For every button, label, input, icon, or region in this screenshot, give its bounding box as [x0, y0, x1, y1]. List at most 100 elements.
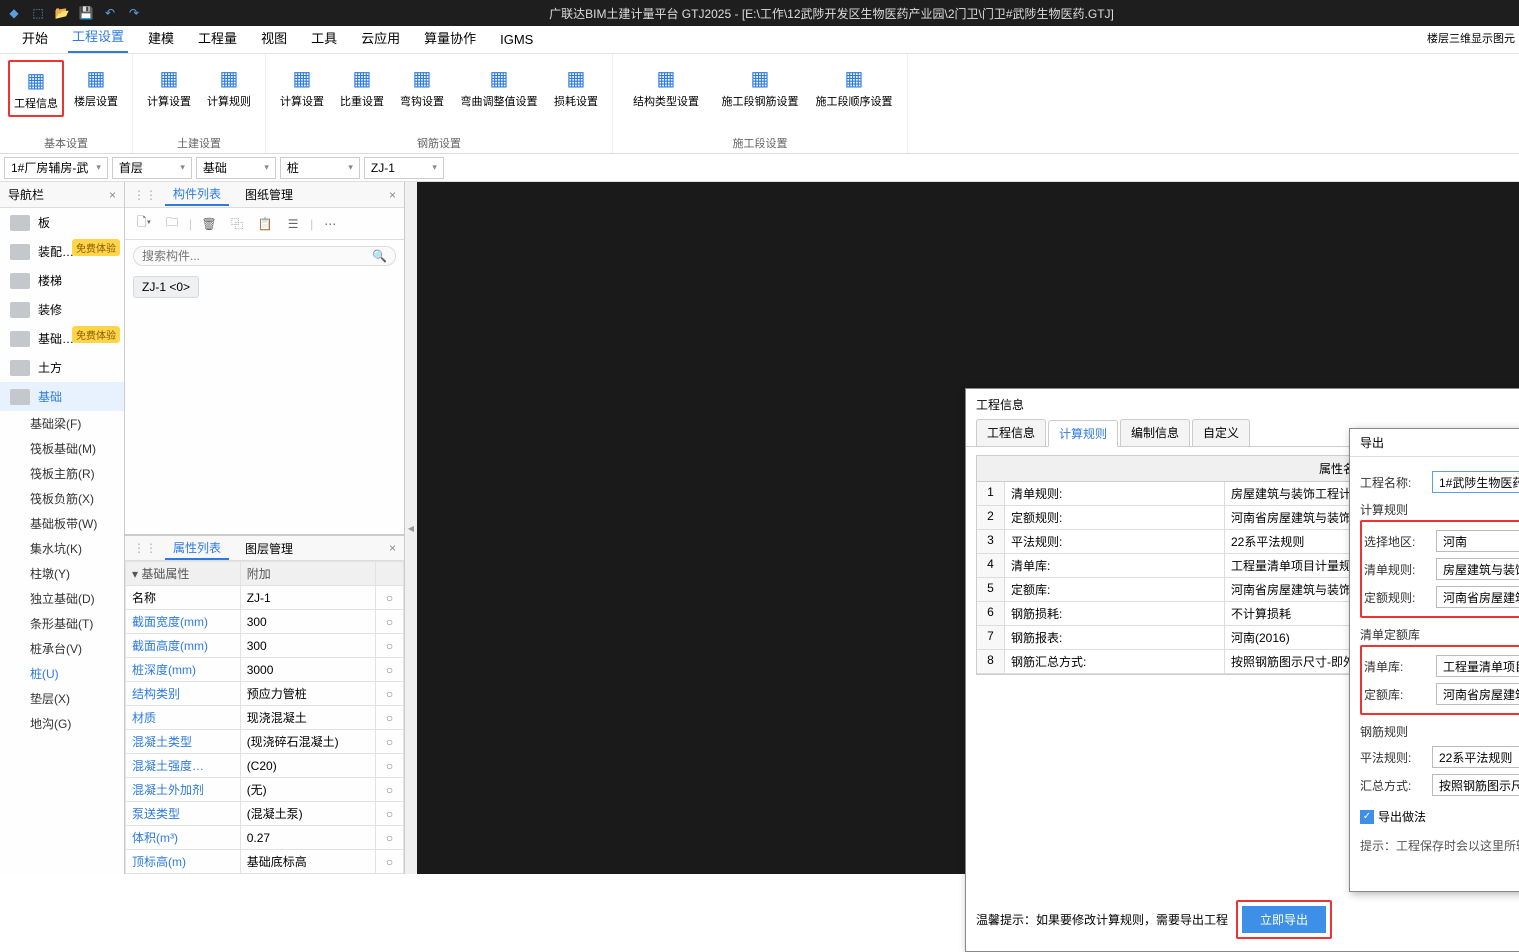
nav-panel-close[interactable]: × — [109, 188, 116, 202]
comp-tab-0[interactable]: 构件列表 — [165, 183, 229, 206]
dlg1-tab-2[interactable]: 编制信息 — [1120, 419, 1190, 446]
main-canvas[interactable]: 工程信息 — ☐ ✕ 工程信息计算规则编制信息自定义 属性名称 1清单规则:房屋… — [417, 182, 1519, 874]
comp-close[interactable]: × — [389, 188, 396, 202]
ribbon-g3-0[interactable]: ▦计算设置 — [274, 60, 330, 113]
nav-sub-2[interactable]: 筏板主筋(R) — [0, 461, 124, 486]
ribbon-g4-1[interactable]: ▦施工段钢筋设置 — [715, 60, 805, 113]
paste-button[interactable]: 📋 — [254, 213, 276, 235]
menu-4[interactable]: 视图 — [257, 24, 291, 53]
prop-val-3[interactable]: 3000 — [240, 658, 375, 682]
ribbon-g3-1[interactable]: ▦比重设置 — [334, 60, 390, 113]
selector-0[interactable]: 1#厂房辅房-武 — [4, 157, 108, 179]
drag-handle-icon[interactable]: ⋮⋮ — [133, 541, 157, 555]
ribbon-g1-1[interactable]: ▦楼层设置 — [68, 60, 124, 117]
nav-sub-8[interactable]: 条形基础(T) — [0, 611, 124, 636]
nav-sub-10[interactable]: 桩(U) — [0, 661, 124, 686]
nav-sub-11[interactable]: 垫层(X) — [0, 686, 124, 711]
menu-7[interactable]: 算量协作 — [420, 24, 480, 53]
quota-lib-select[interactable]: 河南省房屋建筑与装饰工程预算定额(2016) — [1436, 683, 1519, 705]
qat-undo-icon[interactable]: ↶ — [102, 5, 118, 21]
comp-tab-1[interactable]: 图纸管理 — [237, 184, 301, 205]
menu-6[interactable]: 云应用 — [357, 24, 404, 53]
prop-val-2[interactable]: 300 — [240, 634, 375, 658]
dlg1-tab-3[interactable]: 自定义 — [1192, 419, 1250, 446]
nav-sub-9[interactable]: 桩承台(V) — [0, 636, 124, 661]
drag-handle-icon[interactable]: ⋮⋮ — [133, 188, 157, 202]
nav-sub-1[interactable]: 筏板基础(M) — [0, 436, 124, 461]
ribbon-g2-0[interactable]: ▦计算设置 — [141, 60, 197, 113]
ribbon-g4-2[interactable]: ▦施工段顺序设置 — [809, 60, 899, 113]
selector-2[interactable]: 基础 — [196, 157, 276, 179]
nav-item-5[interactable]: 土方 — [0, 353, 124, 382]
new-component-button[interactable]: 🗋▾ — [133, 213, 155, 235]
prop-val-10[interactable]: 0.27 — [240, 826, 375, 850]
ribbon-g3-2[interactable]: ▦弯钩设置 — [394, 60, 450, 113]
nav-item-6[interactable]: 基础 — [0, 382, 124, 411]
prop-val-7[interactable]: (C20) — [240, 754, 375, 778]
ribbon-g3-3[interactable]: ▦弯曲调整值设置 — [454, 60, 544, 113]
component-search[interactable]: 🔍 — [133, 246, 396, 266]
nav-item-4[interactable]: 基础…免费体验 — [0, 324, 124, 353]
delete-button[interactable]: 🗑 — [198, 213, 220, 235]
prop-group-header[interactable]: ▾ 基础属性 — [126, 562, 241, 586]
new-folder-button[interactable]: 🗀 — [161, 213, 183, 235]
prop-val-5[interactable]: 现浇混凝土 — [240, 706, 375, 730]
qat-redo-icon[interactable]: ↷ — [126, 5, 142, 21]
nav-sub-4[interactable]: 基础板带(W) — [0, 511, 124, 536]
menu-1[interactable]: 工程设置 — [68, 22, 128, 53]
view-mode-label[interactable]: 楼层三维显示图元 — [1425, 28, 1517, 48]
export-method-checkbox[interactable]: ✓导出做法 — [1360, 808, 1519, 825]
quota-rule-select[interactable]: 河南省房屋建筑与装饰工程预算定额计算规则(2016)(R1.0.36.1) — [1436, 586, 1519, 608]
nav-sub-12[interactable]: 地沟(G) — [0, 711, 124, 736]
menu-2[interactable]: 建模 — [144, 24, 178, 53]
nav-sub-5[interactable]: 集水坑(K) — [0, 536, 124, 561]
prop-val-9[interactable]: (混凝土泵) — [240, 802, 375, 826]
nav-sub-7[interactable]: 独立基础(D) — [0, 586, 124, 611]
dlg1-tab-0[interactable]: 工程信息 — [976, 419, 1046, 446]
nav-sub-0[interactable]: 基础梁(F) — [0, 411, 124, 436]
selector-4[interactable]: ZJ-1 — [364, 157, 444, 179]
nav-item-3[interactable]: 装修 — [0, 295, 124, 324]
component-chip[interactable]: ZJ-1 <0> — [133, 276, 199, 298]
nav-item-2[interactable]: 楼梯 — [0, 266, 124, 295]
prop-close[interactable]: × — [389, 541, 396, 555]
prop-val-8[interactable]: (无) — [240, 778, 375, 802]
ribbon-g3-4[interactable]: ▦损耗设置 — [548, 60, 604, 113]
menu-5[interactable]: 工具 — [307, 24, 341, 53]
qat-save-icon[interactable]: 💾 — [78, 5, 94, 21]
prop-tab-1[interactable]: 图层管理 — [237, 538, 301, 559]
nav-sub-6[interactable]: 柱墩(Y) — [0, 561, 124, 586]
dlg1-tab-1[interactable]: 计算规则 — [1048, 420, 1118, 447]
list-lib-select[interactable]: 工程量清单项目计量规范(2013-河南) — [1436, 655, 1519, 677]
prop-tab-0[interactable]: 属性列表 — [165, 537, 229, 560]
menu-8[interactable]: IGMS — [496, 28, 537, 53]
panel-collapse-slider[interactable] — [405, 182, 417, 874]
region-select[interactable]: 河南 — [1436, 530, 1519, 552]
prop-val-0[interactable]: ZJ-1 — [240, 586, 375, 610]
list-rule-select[interactable]: 房屋建筑与装饰工程计量规范计算规则(2013-河南)(R1.0.36.1) — [1436, 558, 1519, 580]
copy-button[interactable]: ⿻ — [226, 213, 248, 235]
more-button[interactable]: ⋯ — [319, 213, 341, 235]
layer-button[interactable]: ☰ — [282, 213, 304, 235]
ribbon-g2-1[interactable]: ▦计算规则 — [201, 60, 257, 113]
menu-3[interactable]: 工程量 — [194, 24, 241, 53]
selector-3[interactable]: 桩 — [280, 157, 360, 179]
prop-val-4[interactable]: 预应力管桩 — [240, 682, 375, 706]
nav-item-0[interactable]: 板 — [0, 208, 124, 237]
component-search-input[interactable] — [142, 249, 372, 263]
menu-0[interactable]: 开始 — [18, 24, 52, 53]
prop-val-1[interactable]: 300 — [240, 610, 375, 634]
selector-1[interactable]: 首层 — [112, 157, 192, 179]
nav-item-1[interactable]: 装配…免费体验 — [0, 237, 124, 266]
flat-rule-select[interactable]: 22系平法规则 — [1432, 746, 1519, 768]
qat-new-icon[interactable]: ⬚ — [30, 5, 46, 21]
ribbon-g4-0[interactable]: ▦结构类型设置 — [621, 60, 711, 113]
prop-val-11[interactable]: 基础底标高 — [240, 850, 375, 874]
project-name-input[interactable]: 1#武陟生物医药(导出) — [1432, 471, 1519, 493]
nav-sub-3[interactable]: 筏板负筋(X) — [0, 486, 124, 511]
prop-val-6[interactable]: (现浇碎石混凝土) — [240, 730, 375, 754]
qat-open-icon[interactable]: 📂 — [54, 5, 70, 21]
export-now-button[interactable]: 立即导出 — [1242, 906, 1326, 933]
ribbon-g1-0[interactable]: ▦工程信息 — [8, 60, 64, 117]
summary-select[interactable]: 按照钢筋图示尺寸-即外皮汇总 — [1432, 774, 1519, 796]
